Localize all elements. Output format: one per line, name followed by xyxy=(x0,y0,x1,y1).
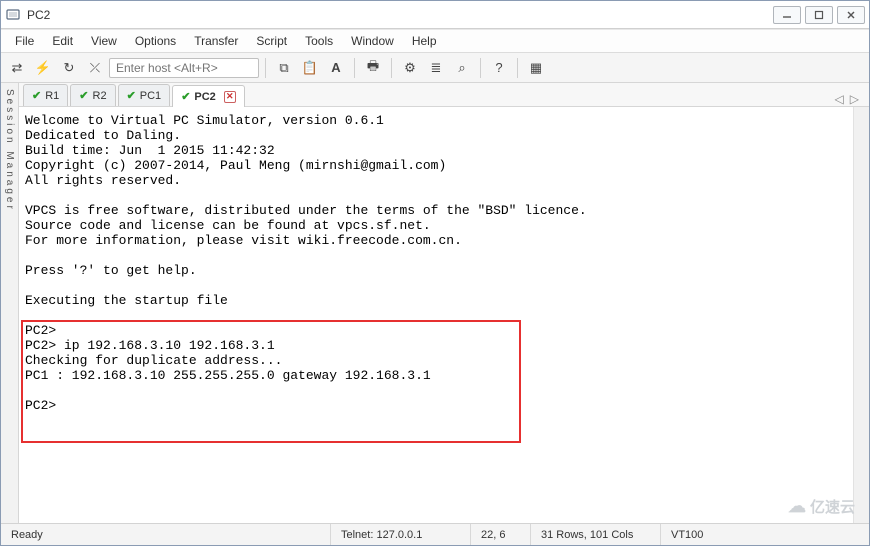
app-icon xyxy=(5,7,21,23)
reconnect-icon[interactable]: ↻ xyxy=(57,57,81,79)
separator xyxy=(480,58,481,78)
minimize-button[interactable] xyxy=(773,6,801,24)
separator xyxy=(391,58,392,78)
disconnect-icon[interactable]: ⤫ xyxy=(83,57,107,79)
tab-r2[interactable]: ✔ R2 xyxy=(70,84,115,106)
status-size: 31 Rows, 101 Cols xyxy=(531,524,661,545)
body: Session Manager ✔ R1 ✔ R2 ✔ PC1 ✔ PC2 xyxy=(1,83,869,523)
tab-label: R2 xyxy=(93,90,107,102)
close-button[interactable] xyxy=(837,6,865,24)
close-tab-icon[interactable]: ✕ xyxy=(224,91,236,103)
menubar: File Edit View Options Transfer Script T… xyxy=(1,29,869,53)
tab-label: PC1 xyxy=(140,90,161,102)
find-icon[interactable]: A xyxy=(324,57,348,79)
scrollbar-vertical[interactable] xyxy=(853,107,869,523)
toggle-icon[interactable]: ▦ xyxy=(524,57,548,79)
tabbar: ✔ R1 ✔ R2 ✔ PC1 ✔ PC2 ✕ ◁ ▷ xyxy=(19,83,869,107)
separator xyxy=(517,58,518,78)
menu-tools[interactable]: Tools xyxy=(297,32,341,50)
menu-help[interactable]: Help xyxy=(404,32,445,50)
copy-icon[interactable]: ⧉ xyxy=(272,57,296,79)
titlebar: PC2 xyxy=(1,1,869,29)
window-buttons xyxy=(773,6,865,24)
terminal-wrap: Welcome to Virtual PC Simulator, version… xyxy=(19,107,869,523)
menu-script[interactable]: Script xyxy=(248,32,295,50)
settings-icon[interactable]: ⚙ xyxy=(398,57,422,79)
tab-prev-icon[interactable]: ◁ xyxy=(835,92,844,106)
quick-connect-icon[interactable]: ⇄ xyxy=(5,57,29,79)
session-manager-panel[interactable]: Session Manager xyxy=(1,83,19,523)
menu-file[interactable]: File xyxy=(7,32,42,50)
tab-nav: ◁ ▷ xyxy=(835,92,865,106)
print-icon[interactable]: 🖶 xyxy=(361,57,385,79)
paste-icon[interactable]: 📋 xyxy=(298,57,322,79)
tab-label: PC2 xyxy=(194,91,215,103)
check-icon: ✔ xyxy=(127,89,136,102)
app-window: PC2 File Edit View Options Transfer Scri… xyxy=(0,0,870,546)
tab-next-icon[interactable]: ▷ xyxy=(850,92,859,106)
check-icon: ✔ xyxy=(79,89,88,102)
help-icon[interactable]: ? xyxy=(487,57,511,79)
highlight-region: PC2> PC2> ip 192.168.3.10 192.168.3.1 Ch… xyxy=(25,323,431,413)
status-position: 22, 6 xyxy=(471,524,531,545)
main-area: ✔ R1 ✔ R2 ✔ PC1 ✔ PC2 ✕ ◁ ▷ xyxy=(19,83,869,523)
check-icon: ✔ xyxy=(181,90,190,103)
tab-pc2[interactable]: ✔ PC2 ✕ xyxy=(172,85,245,107)
menu-edit[interactable]: Edit xyxy=(44,32,81,50)
status-emulation: VT100 xyxy=(661,524,869,545)
tab-r1[interactable]: ✔ R1 xyxy=(23,84,68,106)
terminal[interactable]: Welcome to Virtual PC Simulator, version… xyxy=(19,107,853,523)
separator xyxy=(265,58,266,78)
keymap-icon[interactable]: ⌕ xyxy=(450,57,474,79)
toolbar: ⇄ ⚡ ↻ ⤫ ⧉ 📋 A 🖶 ⚙ ≣ ⌕ ? ▦ xyxy=(1,53,869,83)
menu-transfer[interactable]: Transfer xyxy=(186,32,246,50)
menu-view[interactable]: View xyxy=(83,32,125,50)
terminal-header-text: Welcome to Virtual PC Simulator, version… xyxy=(25,113,587,308)
status-connection: Telnet: 127.0.0.1 xyxy=(331,524,471,545)
status-ready: Ready xyxy=(1,524,331,545)
window-title: PC2 xyxy=(27,8,773,22)
tab-label: R1 xyxy=(45,90,59,102)
statusbar: Ready Telnet: 127.0.0.1 22, 6 31 Rows, 1… xyxy=(1,523,869,545)
check-icon: ✔ xyxy=(32,89,41,102)
script-icon[interactable]: ≣ xyxy=(424,57,448,79)
lightning-icon[interactable]: ⚡ xyxy=(31,57,55,79)
menu-window[interactable]: Window xyxy=(343,32,402,50)
menu-options[interactable]: Options xyxy=(127,32,184,50)
host-input[interactable] xyxy=(109,58,259,78)
maximize-button[interactable] xyxy=(805,6,833,24)
separator xyxy=(354,58,355,78)
terminal-boxed-text: PC2> PC2> ip 192.168.3.10 192.168.3.1 Ch… xyxy=(25,323,431,413)
tab-pc1[interactable]: ✔ PC1 xyxy=(118,84,171,106)
